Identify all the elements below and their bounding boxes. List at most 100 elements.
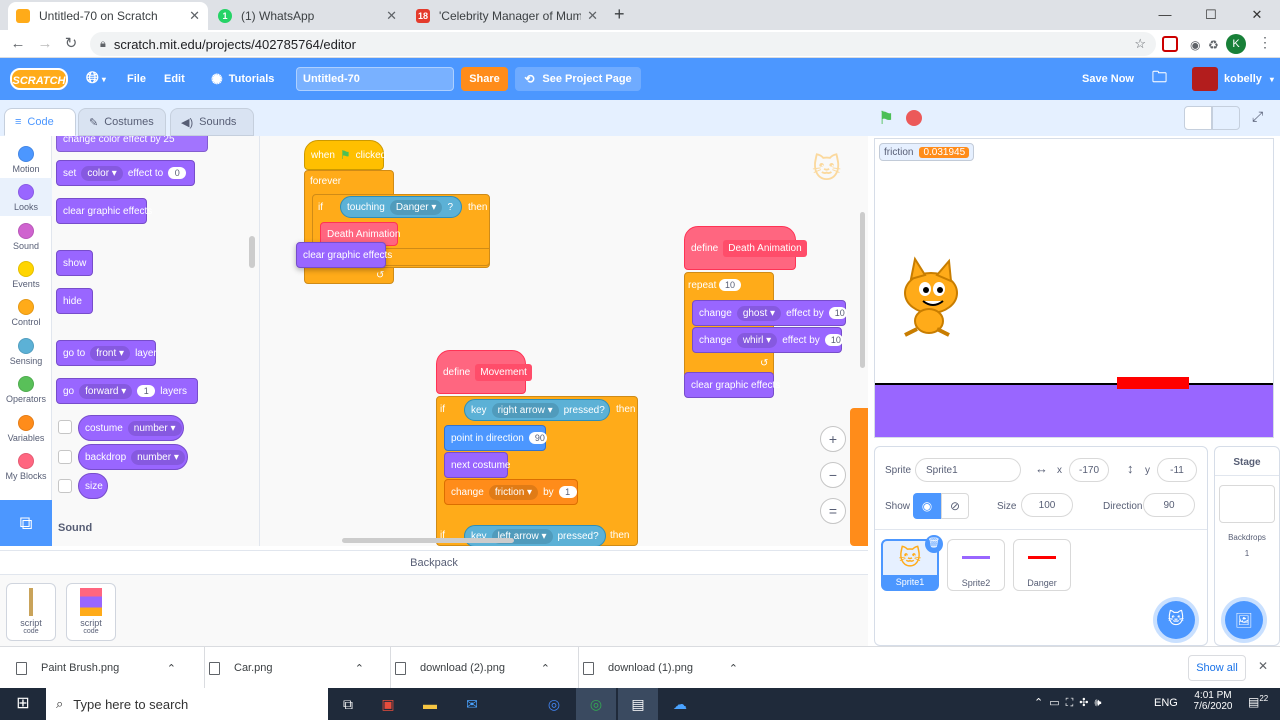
bookmark-star-icon[interactable]: ☆ [1134,36,1146,52]
sprite-name-input[interactable]: Sprite1 [915,458,1021,482]
block-clear-effects[interactable]: clear graphic effects [684,372,780,398]
windows-start-icon[interactable]: ⊞ [0,688,46,720]
reporter-costume-number[interactable]: costume number ▾ [78,415,184,441]
stop-icon[interactable] [906,110,922,126]
backpack-item[interactable]: script code [66,583,116,641]
browser-menu-icon[interactable]: ⋮ [1258,34,1272,51]
block-change-ghost[interactable]: change ghost ▾ effect by 10 [692,300,847,326]
tab-news[interactable]: 18 'Celebrity Manager of Mumbai' ✕ [408,2,606,30]
costume-dropdown[interactable]: number ▾ [127,420,182,436]
stage-selector-pane[interactable]: Stage Backdrops 1 🖼︎ [1214,446,1280,646]
block-set-effect[interactable]: set color ▾ effect to 0 [56,160,195,186]
backpack-item[interactable]: script code [6,583,56,641]
effect-dropdown[interactable]: whirl ▾ [736,332,778,348]
tab-whatsapp[interactable]: 1 (1) WhatsApp ✕ [210,2,405,30]
category-variables[interactable]: Variables [0,409,52,447]
show-visible-eye-icon[interactable]: ◉ [913,493,941,519]
close-tab-icon[interactable]: ✕ [386,8,397,24]
zoom-reset-button[interactable]: = [820,498,846,524]
block-change-effect[interactable]: change color effect by 25 [56,136,208,152]
block-next-costume[interactable]: next costume [444,452,510,478]
direction-input[interactable]: 90 [1143,493,1195,517]
close-downloads-icon[interactable]: ✕ [1258,659,1268,673]
download-item[interactable]: Paint Brush.png ⌃ [16,647,186,689]
repeat-count-input[interactable]: 10 [719,279,742,291]
size-input[interactable]: 100 [1021,493,1073,517]
taskbar-search[interactable]: ⌕ Type here to search [46,688,328,720]
download-item[interactable]: Car.png ⌃ [204,647,374,689]
direction-dropdown[interactable]: forward ▾ [79,383,133,399]
y-input[interactable]: -11 [1157,458,1197,482]
monitor-checkbox[interactable] [58,420,72,434]
workspace-vertical-scrollbar[interactable] [860,212,865,368]
user-avatar[interactable] [1192,67,1218,91]
download-item[interactable]: download (1).png ⌃ [578,647,748,689]
block-define-movement[interactable]: define Movement [436,350,532,394]
minimize-icon[interactable]: — [1142,2,1188,28]
direction-value-input[interactable]: 90 [528,432,547,444]
monitor-checkbox[interactable] [58,450,72,464]
block-clear-effects[interactable]: clear graphic effects [56,198,152,224]
monitor-checkbox[interactable] [58,479,72,493]
download-item[interactable]: download (2).png ⌃ [390,647,560,689]
variable-monitor-friction[interactable]: friction 0.031945 [879,143,975,161]
sprite-danger[interactable] [1117,377,1189,389]
cloud-app-icon[interactable]: ☁ [660,688,700,720]
workspace-horizontal-scrollbar[interactable] [342,538,514,543]
sprite-tile-sprite1[interactable]: 🐱︎ Sprite1 🗑︎ [881,535,943,591]
menu-file[interactable]: File [127,58,146,100]
gift-app-icon[interactable]: ▣ [368,688,408,720]
block-hide[interactable]: hide [56,288,93,314]
back-icon[interactable]: ← [7,34,29,54]
forward-icon[interactable]: → [34,34,56,54]
block-define-death-animation[interactable]: define Death Animation [684,226,807,270]
profile-avatar[interactable]: K [1226,34,1246,54]
category-sound[interactable]: Sound [0,217,52,255]
globe-language-icon[interactable]: 🌐︎ ▾ [86,58,106,100]
see-project-page-button[interactable]: ⟲ See Project Page [515,67,641,91]
sprite-tile-danger[interactable]: Danger [1013,539,1071,591]
sprite-cat[interactable] [891,255,971,339]
zoom-in-button[interactable]: + [820,426,846,452]
clock[interactable]: 4:01 PM 7/6/2020 [1186,690,1240,712]
notification-center-icon[interactable]: ▤22 [1248,694,1268,709]
backdrop-thumbnail[interactable] [1219,485,1275,523]
tab-code[interactable]: ≡ Code [4,108,76,136]
username-menu[interactable]: kobelly ▾ [1224,58,1274,100]
extension-recycle-icon[interactable]: ♻ [1208,38,1219,52]
close-tab-icon[interactable]: ✕ [189,8,200,24]
effect-value-input[interactable]: 0 [168,167,187,179]
category-looks[interactable]: Looks [0,178,52,216]
scratch-logo[interactable]: SCRATCH [10,68,68,90]
layer-dropdown[interactable]: front ▾ [90,345,131,361]
friction-value-input[interactable]: 1 [558,486,577,498]
fullscreen-icon[interactable]: ⤢ [1252,108,1263,125]
tab-scratch[interactable]: Untitled-70 on Scratch ✕ [8,2,208,30]
close-tab-icon[interactable]: ✕ [587,8,598,24]
block-touching-danger[interactable]: touching Danger ▾? [340,196,462,218]
tab-costumes[interactable]: ✎ Costumes [78,108,166,136]
show-all-downloads-button[interactable]: Show all [1188,655,1246,681]
ghost-value-input[interactable]: 10 [828,307,847,319]
whirl-value-input[interactable]: 10 [824,334,843,346]
tutorials-button[interactable]: ✺ Tutorials [211,58,274,100]
chevron-up-icon[interactable]: ⌃ [167,662,176,675]
backpack-header[interactable]: Backpack [0,551,868,575]
new-tab-icon[interactable]: + [614,4,625,25]
block-go-to-layer[interactable]: go to front ▾ layer [56,340,157,366]
x-input[interactable]: -170 [1069,458,1109,482]
block-go-forward-layers[interactable]: go forward ▾ 1 layers [56,378,198,404]
menu-edit[interactable]: Edit [164,58,185,100]
add-sprite-cat-icon[interactable]: 🐱︎ [1157,601,1195,639]
maximize-icon[interactable]: ☐ [1188,2,1234,28]
extension-icon[interactable] [1162,36,1178,52]
language-indicator[interactable]: ENG [1154,697,1178,709]
touching-dropdown[interactable]: Danger ▾ [389,199,443,215]
green-flag-icon[interactable]: ⚑ [878,108,894,129]
system-tray-icons[interactable]: ⌃▭⛶✣🕪︎ [1034,696,1107,710]
category-my-blocks[interactable]: My Blocks [0,447,52,485]
block-point-in-direction[interactable]: point in direction 90 [444,425,547,451]
script-workspace[interactable]: when ⚑ clicked forever if touching Danger ▾… [260,136,868,546]
file-explorer-icon[interactable]: ▬ [410,688,450,720]
task-view-icon[interactable]: ⧉ [328,688,368,720]
